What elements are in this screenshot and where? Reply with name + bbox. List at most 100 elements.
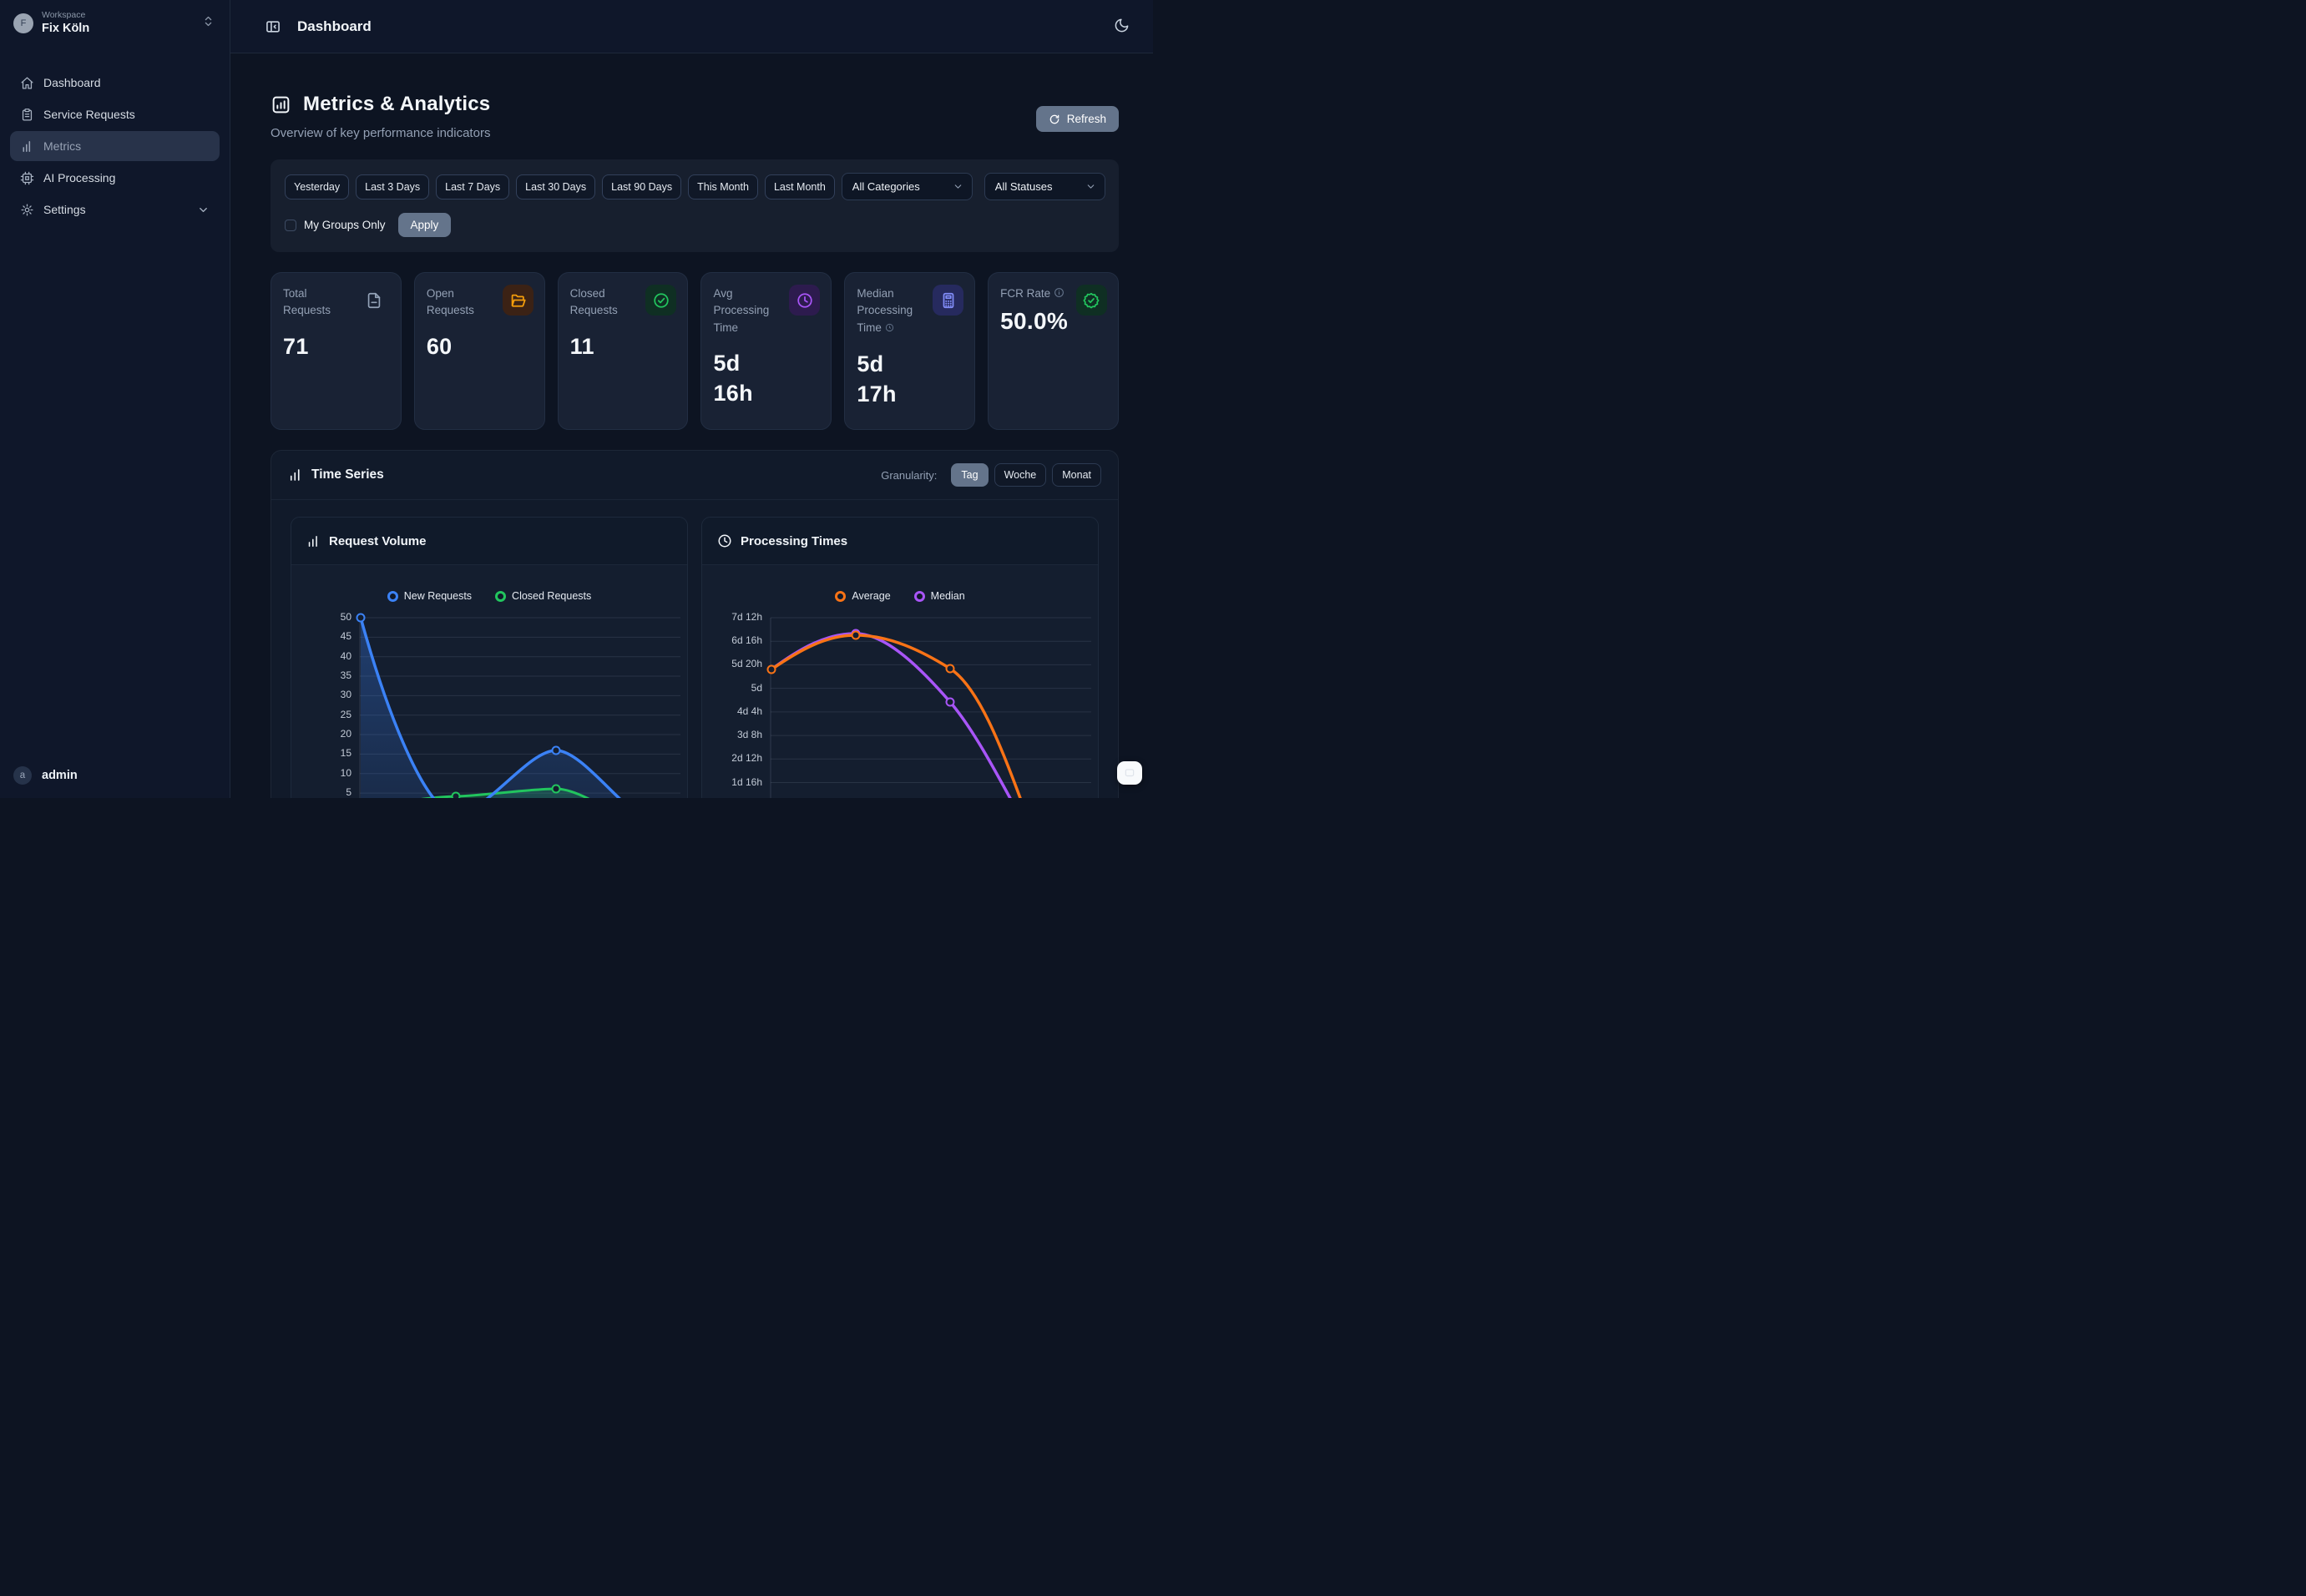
apply-button[interactable]: Apply [398,213,452,237]
legend-swatch [914,591,925,602]
floating-widget-button[interactable] [1117,761,1142,785]
kpi-value-line2: 17h [857,380,963,410]
time-series-title: Time Series [311,467,384,482]
range-chip-last-30-days[interactable]: Last 30 Days [516,174,595,200]
legend-swatch [835,591,846,602]
y-axis-label: 5d [702,681,762,694]
kpi-title: FCR Rate [1000,285,1080,303]
status-select-value: All Statuses [995,180,1053,193]
page-title-header: Dashboard [297,18,372,35]
kpi-title: Median Processing Time [857,285,922,337]
y-axis-label: 25 [291,708,351,721]
panel-left-close-icon[interactable] [260,13,286,40]
sidebar: F Workspace Fix Köln Dashboard Service R… [0,0,230,798]
folder-open-icon [503,285,534,316]
file-text-icon [359,285,390,316]
status-select[interactable]: All Statuses [984,173,1105,200]
workspace-switcher[interactable]: F Workspace Fix Köln [0,0,230,44]
y-axis-label: 7d 12h [702,610,762,624]
clock-icon [789,285,820,316]
request-volume-plot: New Requests Closed Requests 50 45 40 35… [291,565,687,798]
cpu-icon [20,171,34,185]
y-axis-label: 4d 4h [702,705,762,718]
sidebar-item-service-requests[interactable]: Service Requests [10,99,220,129]
user-menu[interactable]: a admin [13,766,78,785]
my-groups-checkbox[interactable] [285,220,296,231]
kpi-card-open-requests: Open Requests 60 [414,272,545,430]
granularity-monat-button[interactable]: Monat [1052,463,1101,487]
processing-times-plot: Average Median 7d 12h 6d 16h 5d 20h 5d 4… [702,565,1098,798]
sidebar-item-label: Settings [43,203,86,216]
home-icon [20,76,34,90]
range-chip-last-7-days[interactable]: Last 7 Days [436,174,509,200]
kpi-card-fcr-rate: FCR Rate 50.0% [988,272,1119,430]
y-axis-label: 2d 12h [702,751,762,765]
workspace-name: Fix Köln [42,21,190,36]
kpi-title: Avg Processing Time [713,285,778,336]
legend-item-new-requests[interactable]: New Requests [387,590,472,602]
calculator-icon [933,285,963,316]
bar-chart-icon [306,534,321,548]
app-root: F Workspace Fix Köln Dashboard Service R… [0,0,1153,798]
page-head: Metrics & Analytics Overview of key perf… [271,93,1119,140]
user-name: admin [42,769,78,782]
processing-times-chart-card: Processing Times Average Median 7d 12h 6… [701,517,1099,798]
range-chip-last-90-days[interactable]: Last 90 Days [602,174,681,200]
sidebar-item-dashboard[interactable]: Dashboard [10,68,220,98]
filter-panel: Yesterday Last 3 Days Last 7 Days Last 3… [271,159,1119,252]
bar-chart-icon [20,139,34,154]
clipboard-icon [20,108,34,122]
kpi-card-total-requests: Total Requests 71 [271,272,402,430]
sidebar-item-ai-processing[interactable]: AI Processing [10,163,220,193]
sidebar-item-metrics[interactable]: Metrics [10,131,220,161]
chart-title: Processing Times [741,534,847,548]
info-icon[interactable] [1054,286,1065,303]
y-axis-label: 3d 8h [702,728,762,741]
sidebar-item-label: Service Requests [43,108,135,121]
user-avatar: a [13,766,32,785]
bar-chart-icon [288,467,303,482]
chevron-down-icon [953,181,963,192]
chevrons-up-down-icon[interactable] [199,12,218,35]
dark-mode-toggle[interactable] [1109,13,1135,41]
time-series-header: Time Series Granularity: Tag Woche Monat [271,451,1118,500]
sidebar-item-settings[interactable]: Settings [10,194,220,225]
legend-swatch [387,591,398,602]
legend-item-closed-requests[interactable]: Closed Requests [495,590,591,602]
range-chip-last-month[interactable]: Last Month [765,174,835,200]
chart-legend: New Requests Closed Requests [291,590,687,602]
legend-item-median[interactable]: Median [914,590,965,602]
y-axis-label: 40 [291,649,351,663]
granularity-woche-button[interactable]: Woche [994,463,1047,487]
legend-item-average[interactable]: Average [835,590,890,602]
request-volume-header: Request Volume [291,518,687,565]
charts-row: Request Volume New Requests Closed Reque… [271,500,1118,798]
y-axis-label: 6d 16h [702,634,762,647]
time-series-panel: Time Series Granularity: Tag Woche Monat [271,450,1119,798]
refresh-label: Refresh [1067,113,1106,125]
range-chip-this-month[interactable]: This Month [688,174,758,200]
kpi-value: 11 [570,334,676,360]
granularity-tag-button[interactable]: Tag [951,463,988,487]
processing-times-header: Processing Times [702,518,1098,565]
y-axis-label: 5d 20h [702,657,762,670]
range-chip-yesterday[interactable]: Yesterday [285,174,349,200]
chart-title: Request Volume [329,534,426,548]
page-title: Metrics & Analytics [303,93,490,116]
request-volume-chart-card: Request Volume New Requests Closed Reque… [291,517,688,798]
category-select[interactable]: All Categories [842,173,973,200]
chevron-down-icon [197,204,210,216]
badge-check-icon [1076,285,1107,316]
gear-icon [20,203,34,217]
clock-icon [717,533,732,548]
kpi-card-closed-requests: Closed Requests 11 [558,272,689,430]
kpi-card-avg-processing-time: Avg Processing Time 5d 16h [700,272,832,430]
y-axis-label: 5 [291,785,351,798]
range-chip-last-3-days[interactable]: Last 3 Days [356,174,429,200]
y-axis-label: 30 [291,688,351,701]
granularity-label: Granularity: [881,469,937,482]
kpi-value-line1: 5d [857,350,963,380]
legend-swatch [495,591,506,602]
refresh-icon [1049,114,1060,125]
refresh-button[interactable]: Refresh [1036,106,1119,132]
